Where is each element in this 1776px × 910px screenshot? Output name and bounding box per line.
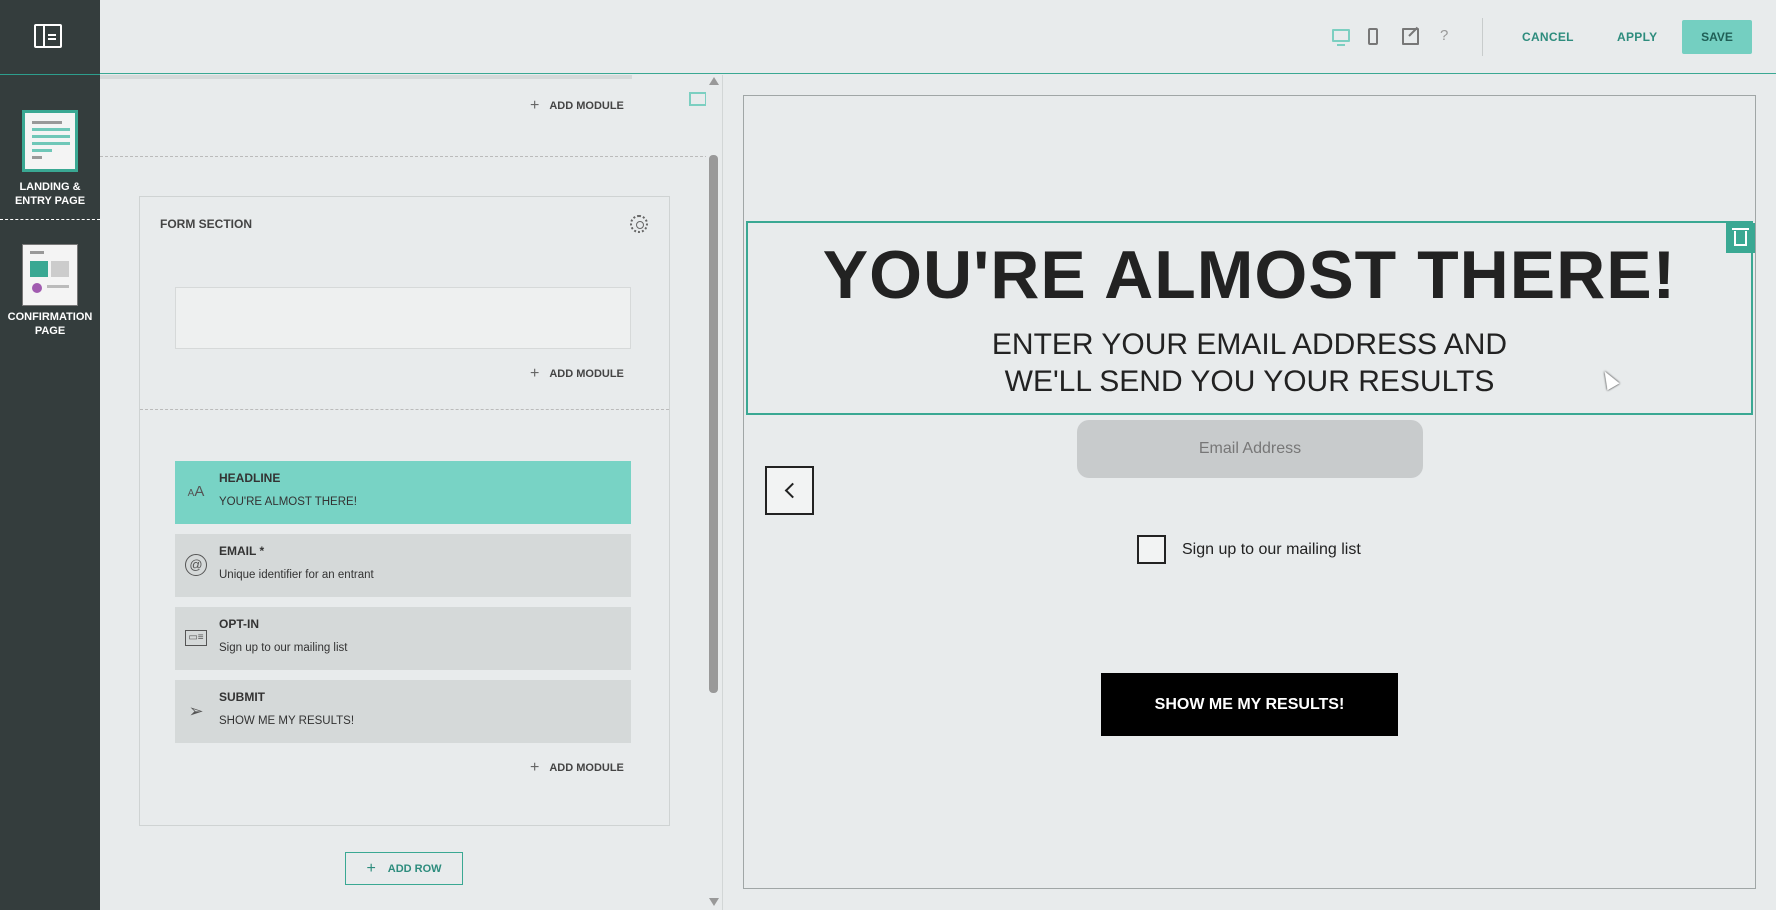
preview-subheadline: ENTER YOUR EMAIL ADDRESS AND WE'LL SEND … [744, 326, 1755, 400]
mobile-view-icon[interactable] [1368, 28, 1378, 45]
top-toolbar: ? CANCEL APPLY SAVE [100, 0, 1776, 74]
module-headline[interactable]: AA HEADLINE YOU'RE ALMOST THERE! [175, 461, 631, 524]
opt-in-icon: ▭≡ [185, 630, 207, 646]
scroll-up-arrow-icon[interactable] [709, 77, 719, 85]
thumb-line [51, 261, 69, 277]
thumb-line [32, 149, 52, 152]
email-input[interactable]: Email Address [1077, 420, 1423, 478]
module-subtitle: YOU'RE ALMOST THERE! [219, 496, 357, 508]
add-module-label: ADD MODULE [549, 100, 624, 112]
cancel-button[interactable]: CANCEL [1522, 20, 1574, 54]
subhead-line: ENTER YOUR EMAIL ADDRESS AND [991, 328, 1508, 361]
editor-scrollbar[interactable] [706, 75, 722, 910]
submit-button[interactable]: SHOW ME MY RESULTS! [1101, 673, 1398, 736]
thumb-line [32, 128, 70, 131]
save-button[interactable]: SAVE [1682, 20, 1752, 54]
opt-in-label: Sign up to our mailing list [1182, 541, 1361, 558]
empty-module-slot[interactable] [175, 287, 631, 349]
app-logo-icon[interactable] [34, 24, 62, 48]
apply-button[interactable]: APPLY [1617, 20, 1657, 54]
module-title: EMAIL * [219, 544, 265, 558]
text-size-icon: AA [187, 483, 205, 500]
add-module-button[interactable]: + ADD MODULE [530, 759, 624, 777]
page-thumb-confirmation[interactable] [22, 244, 78, 306]
opt-in-checkbox[interactable] [1137, 535, 1166, 564]
scroll-thumb[interactable] [709, 155, 718, 693]
page-preview: YOU'RE ALMOST THERE! ENTER YOUR EMAIL AD… [743, 95, 1756, 889]
thumb-line [32, 283, 42, 293]
plus-icon: + [366, 859, 376, 877]
add-module-label: ADD MODULE [549, 762, 624, 774]
panel-divider [722, 75, 723, 910]
paper-plane-icon: ➢ [188, 701, 204, 721]
page-label-line: CONFIRMATION [7, 311, 93, 323]
back-arrow-icon[interactable] [765, 466, 814, 515]
add-module-button[interactable]: + ADD MODULE [530, 365, 624, 383]
left-rail: LANDING & ENTRY PAGE CONFIRMATION PAGE [0, 0, 100, 910]
open-external-icon[interactable] [1402, 28, 1419, 45]
trash-lid [1732, 228, 1749, 230]
add-row-button[interactable]: + ADD ROW [345, 852, 463, 885]
form-section: FORM SECTION + ADD MODULE AA HEADLINE YO… [139, 196, 670, 826]
thumb-line [32, 121, 62, 124]
page-label-confirmation[interactable]: CONFIRMATION PAGE [0, 310, 100, 338]
page-label-line: LANDING & [19, 181, 81, 193]
plus-icon: + [530, 97, 540, 114]
scroll-down-arrow-icon[interactable] [709, 898, 719, 906]
module-title: SUBMIT [219, 690, 265, 704]
module-title: OPT-IN [219, 617, 260, 631]
thumb-line [47, 285, 69, 288]
form-section-title: FORM SECTION [160, 217, 252, 231]
module-subtitle: Unique identifier for an entrant [219, 569, 374, 581]
thumb-line [32, 142, 70, 145]
thumb-line [32, 156, 42, 159]
toolbar-divider [1482, 18, 1483, 56]
module-subtitle: Sign up to our mailing list [219, 642, 348, 654]
plus-icon: + [530, 365, 540, 382]
help-icon[interactable]: ? [1440, 27, 1448, 44]
page-label-line: ENTRY PAGE [14, 195, 86, 207]
page-label-landing[interactable]: LANDING & ENTRY PAGE [0, 180, 100, 208]
module-subtitle: SHOW ME MY RESULTS! [219, 715, 355, 727]
drag-handle-icon[interactable] [689, 92, 707, 106]
thumb-line [30, 261, 48, 277]
preview-headline: YOU'RE ALMOST THERE! [822, 237, 1677, 313]
desktop-view-icon[interactable] [1332, 29, 1350, 46]
section-divider [100, 156, 708, 157]
rail-divider [0, 74, 100, 75]
section-divider [140, 409, 669, 410]
module-submit[interactable]: ➢ SUBMIT SHOW ME MY RESULTS! [175, 680, 631, 743]
thumb-line [30, 251, 44, 254]
module-opt-in[interactable]: ▭≡ OPT-IN Sign up to our mailing list [175, 607, 631, 670]
thumb-line [32, 135, 70, 138]
plus-icon: + [530, 759, 540, 776]
at-sign-icon: @ [185, 554, 207, 576]
page-label-line: PAGE [34, 325, 66, 337]
gear-icon[interactable] [630, 215, 648, 233]
editor-panel: + ADD MODULE FORM SECTION + ADD MODULE A… [100, 75, 708, 910]
add-module-button[interactable]: + ADD MODULE [530, 97, 624, 115]
add-row-label: ADD ROW [387, 862, 442, 875]
add-module-label: ADD MODULE [549, 368, 624, 380]
module-email[interactable]: @ EMAIL * Unique identifier for an entra… [175, 534, 631, 597]
page-thumb-landing[interactable] [22, 110, 78, 172]
rail-dashed-divider [0, 219, 100, 220]
module-title: HEADLINE [219, 471, 281, 485]
section-edge [100, 75, 632, 79]
